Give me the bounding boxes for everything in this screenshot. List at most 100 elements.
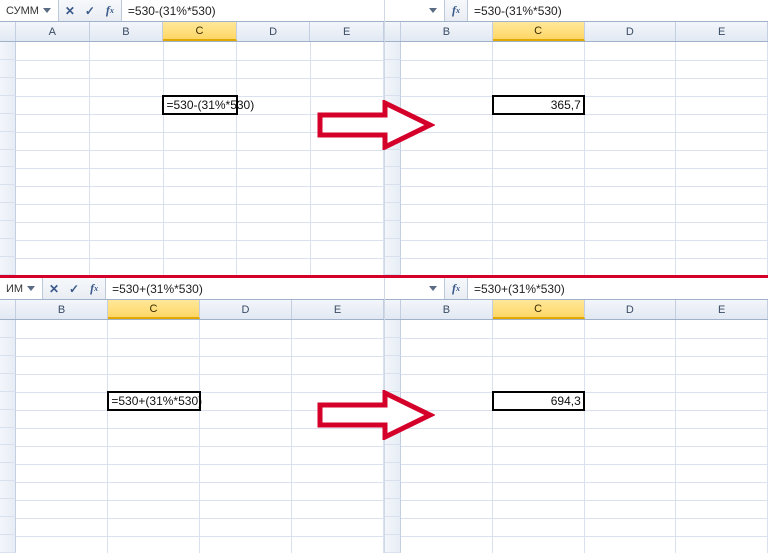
cancel-button[interactable]: ✕	[45, 281, 63, 297]
row-header[interactable]	[0, 96, 16, 114]
name-box[interactable]: СУММ	[0, 0, 59, 21]
col-header[interactable]: A	[16, 22, 90, 41]
fx-icon[interactable]: fx	[101, 3, 119, 19]
col-header[interactable]: E	[310, 22, 384, 41]
row-header[interactable]	[385, 60, 401, 78]
row-header[interactable]	[385, 42, 401, 60]
col-header[interactable]: E	[676, 300, 768, 319]
col-header-selected[interactable]: C	[493, 300, 585, 319]
row-header[interactable]	[385, 221, 401, 239]
col-header[interactable]: B	[16, 300, 108, 319]
col-header-selected[interactable]: C	[108, 300, 200, 319]
row-header[interactable]	[385, 96, 401, 114]
row-header[interactable]	[385, 167, 401, 185]
row-header[interactable]	[0, 428, 16, 446]
col-header[interactable]: B	[401, 300, 493, 319]
row-header[interactable]	[385, 356, 401, 374]
row-header[interactable]	[385, 463, 401, 481]
select-all-corner[interactable]	[385, 22, 401, 41]
row-header[interactable]	[0, 42, 16, 60]
col-header[interactable]: D	[237, 22, 311, 41]
row-header[interactable]	[385, 499, 401, 517]
row-header[interactable]	[385, 535, 401, 553]
row-header[interactable]	[385, 428, 401, 446]
active-cell[interactable]: 365,7	[493, 96, 585, 114]
grid[interactable]: =530-(31%*530)	[0, 42, 384, 275]
row-header[interactable]	[0, 356, 16, 374]
row-header[interactable]	[0, 257, 16, 275]
active-cell[interactable]: 694,3	[493, 392, 585, 410]
row-header[interactable]	[0, 499, 16, 517]
row-header[interactable]	[385, 338, 401, 356]
formula-input[interactable]: =530-(31%*530)	[121, 0, 384, 21]
row-header[interactable]	[0, 535, 16, 553]
row-header[interactable]	[385, 257, 401, 275]
row-header[interactable]	[0, 150, 16, 168]
select-all-corner[interactable]	[0, 22, 16, 41]
active-cell[interactable]: =530-(31%*530)	[163, 96, 237, 114]
select-all-corner[interactable]	[385, 300, 401, 319]
row-header[interactable]	[0, 517, 16, 535]
col-header[interactable]: E	[676, 22, 768, 41]
row-header[interactable]	[0, 167, 16, 185]
row-header[interactable]	[385, 78, 401, 96]
col-header[interactable]: D	[585, 22, 677, 41]
row-header[interactable]	[0, 132, 16, 150]
row-header[interactable]	[385, 481, 401, 499]
col-header[interactable]: D	[200, 300, 292, 319]
formula-input[interactable]: =530+(31%*530)	[467, 278, 768, 299]
cancel-button[interactable]: ✕	[61, 3, 79, 19]
formula-input[interactable]: =530-(31%*530)	[467, 0, 768, 21]
row-header[interactable]	[0, 239, 16, 257]
row-header[interactable]	[0, 320, 16, 338]
row-header[interactable]	[385, 185, 401, 203]
row-header[interactable]	[385, 392, 401, 410]
formula-input[interactable]: =530+(31%*530)	[105, 278, 384, 299]
cells[interactable]: 694,3	[401, 320, 768, 553]
cells[interactable]: =530-(31%*530)	[16, 42, 384, 275]
accept-button[interactable]: ✓	[81, 3, 99, 19]
row-header[interactable]	[385, 203, 401, 221]
accept-button[interactable]: ✓	[65, 281, 83, 297]
row-header[interactable]	[385, 445, 401, 463]
row-header[interactable]	[385, 374, 401, 392]
dropdown-icon[interactable]	[429, 8, 437, 13]
select-all-corner[interactable]	[0, 300, 16, 319]
grid[interactable]: 365,7	[385, 42, 768, 275]
row-header[interactable]	[385, 239, 401, 257]
col-header[interactable]: D	[585, 300, 677, 319]
col-header-selected[interactable]: C	[493, 22, 585, 41]
row-header[interactable]	[385, 132, 401, 150]
row-header[interactable]	[0, 445, 16, 463]
grid[interactable]: =530+(31%*530)	[0, 320, 384, 553]
fx-icon[interactable]: fx	[447, 3, 465, 19]
row-header[interactable]	[0, 410, 16, 428]
row-header[interactable]	[0, 203, 16, 221]
active-cell[interactable]: =530+(31%*530)	[108, 392, 200, 410]
dropdown-icon[interactable]	[429, 286, 437, 291]
row-header[interactable]	[385, 150, 401, 168]
name-box[interactable]: ИМ	[0, 278, 43, 299]
fx-icon[interactable]: fx	[447, 281, 465, 297]
cells[interactable]: =530+(31%*530)	[16, 320, 384, 553]
row-header[interactable]	[0, 374, 16, 392]
col-header[interactable]: E	[292, 300, 384, 319]
grid[interactable]: 694,3	[385, 320, 768, 553]
row-header[interactable]	[385, 114, 401, 132]
row-header[interactable]	[0, 60, 16, 78]
row-header[interactable]	[0, 221, 16, 239]
dropdown-icon[interactable]	[43, 8, 51, 13]
col-header[interactable]: B	[401, 22, 493, 41]
col-header[interactable]: B	[90, 22, 164, 41]
cells[interactable]: 365,7	[401, 42, 768, 275]
row-header[interactable]	[0, 463, 16, 481]
col-header-selected[interactable]: C	[163, 22, 237, 41]
row-header[interactable]	[0, 185, 16, 203]
row-header[interactable]	[385, 410, 401, 428]
row-header[interactable]	[385, 517, 401, 535]
row-header[interactable]	[385, 320, 401, 338]
row-header[interactable]	[0, 481, 16, 499]
name-box[interactable]	[385, 0, 445, 21]
name-box[interactable]	[385, 278, 445, 299]
row-header[interactable]	[0, 114, 16, 132]
